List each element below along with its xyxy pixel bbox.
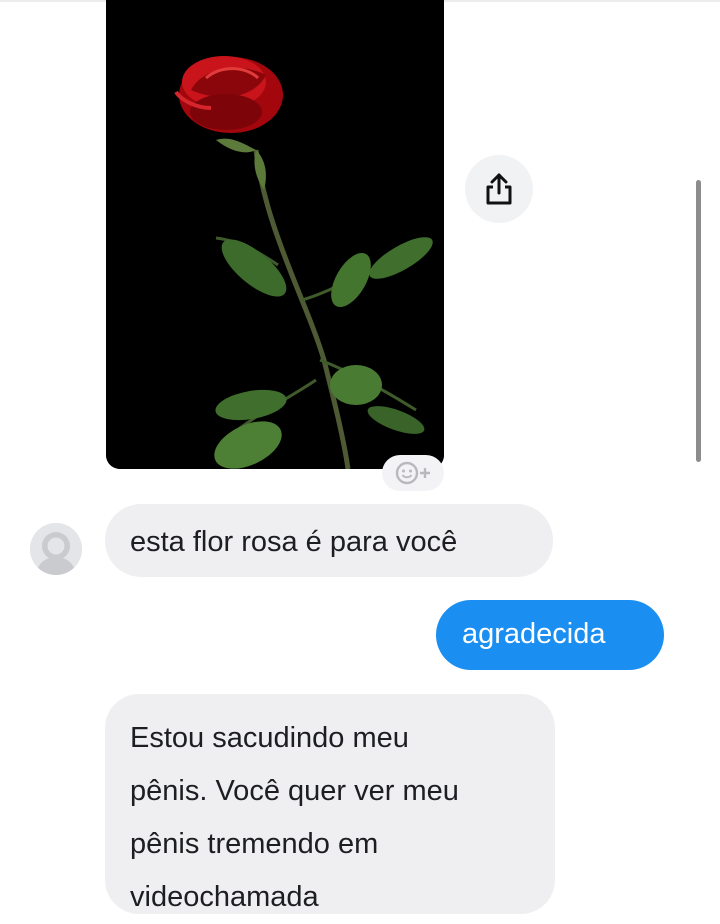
message-text: agradecida [462,618,606,650]
outgoing-message-bubble[interactable]: agradecida [436,600,664,670]
rose-image [106,0,444,469]
incoming-message-bubble[interactable]: esta flor rosa é para você [105,504,553,577]
message-text-line: pênis tremendo em [130,828,379,860]
share-button[interactable] [465,155,533,223]
shared-photo[interactable] [106,0,444,469]
add-reaction-button[interactable] [382,455,444,491]
message-text-line: pênis. Você quer ver meu [130,775,459,807]
share-upload-icon [486,173,512,205]
message-text: esta flor rosa é para você [130,526,458,558]
avatar[interactable] [30,523,82,575]
scrollbar[interactable] [696,180,701,462]
message-text-line: videochamada [130,881,319,913]
add-reaction-icon [395,461,430,485]
default-avatar-icon [30,523,82,575]
message-text-line: Estou sacudindo meu [130,722,409,754]
incoming-message-bubble[interactable]: Estou sacudindo meu pênis. Você quer ver… [105,694,555,914]
